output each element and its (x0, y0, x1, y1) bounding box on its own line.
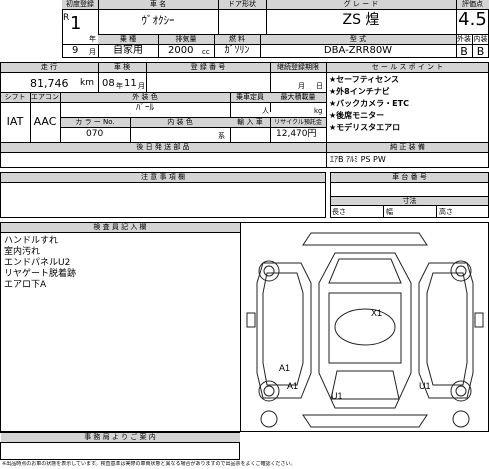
door-label: ドア形状 (228, 0, 256, 8)
usage: 自家用 (113, 45, 143, 56)
model-label: 型 式 (349, 35, 367, 43)
recycle-amount: 12,470円 (276, 129, 317, 139)
sales-point-item: ★セーフティセンス (329, 75, 400, 84)
inspection-label: 車 検 (113, 63, 131, 71)
sales-point-item: ★外8インチナビ (329, 87, 390, 96)
score: 4.5 (458, 9, 487, 30)
insp-month-unit: 月 (138, 82, 145, 90)
ac: AAC (33, 115, 57, 128)
load-label: 最大積載量 (280, 93, 316, 101)
insp-month: 11 (124, 78, 137, 89)
insp-year: 08 (102, 78, 115, 89)
car-damage-diagram: X1 A1 A1 U1 U1 (246, 232, 484, 428)
sales-point-item: ★モデリスタエアロ (329, 123, 401, 132)
car-name: ｳﾞｵｸｼｰ (141, 14, 175, 27)
expiry-month: 月 (298, 82, 305, 90)
int-color-unit: 系 (218, 132, 225, 140)
ext-grade: B (460, 45, 468, 58)
shift: IAT (6, 115, 24, 128)
int-color-label: 内 装 色 (167, 118, 193, 126)
inspector-note: 室内汚れ (4, 247, 41, 257)
damage-mark: U1 (331, 391, 343, 401)
retrofit-label: 後 日 発 送 部 品 (136, 143, 190, 151)
fuel-label: 燃 料 (228, 35, 246, 43)
height-label: 高さ (439, 208, 453, 216)
grade: ZS 煌 (342, 12, 380, 28)
first-reg-label: 初度登録 (66, 0, 94, 8)
equip-label: 純 正 装 備 (390, 143, 425, 151)
inspector-note: リヤゲート脱着跡 (4, 269, 77, 279)
damage-mark: A1 (279, 363, 290, 373)
car-body-outline (318, 252, 412, 409)
ext-color-label: 外 装 色 (132, 93, 158, 101)
sales-point-item: ★バックカメラ・ETC (329, 99, 409, 108)
color-no-label: カ ラ ー No. (75, 118, 115, 126)
footer-note: ※出品時点のお車の状態を表示しています。検査基準は実際の車両状態と異なる場合があ… (2, 461, 296, 467)
capacity-label: 乗車定員 (236, 93, 264, 101)
inspector-note: エアロ下A (4, 280, 47, 290)
model: DBA-ZRR80W (323, 45, 393, 56)
ext-color: ﾊﾟｰﾙ (135, 103, 154, 113)
auction-sheet: 初度登録 車 名 ドア形状 グ レ ー ド 評価点 R 1 年 ｳﾞｵｸｼｰ Z… (0, 0, 489, 469)
import-label: 輸 入 車 (237, 118, 263, 126)
fuel: ｶﾞｿﾘﾝ (224, 45, 250, 56)
displacement-label: 排気量 (175, 35, 197, 43)
expiry-label: 継続登録期限 (277, 63, 319, 71)
damage-mark: A1 (287, 381, 298, 391)
mileage-label: 走 行 (40, 63, 58, 71)
era-year: 1 (70, 13, 82, 34)
ext-label: 外装 (457, 35, 471, 43)
km-unit: km (80, 78, 94, 88)
int-label: 内装 (473, 35, 488, 43)
int-grade: B (476, 45, 485, 58)
length-label: 長さ (332, 208, 346, 216)
recycle-label: リサイクル預託金 (274, 119, 322, 126)
inspector-notes: ハンドルすれ 室内汚れ エンドパネルU2 リヤゲート脱着跡 エアロ下A (4, 236, 234, 291)
color-no: 070 (86, 129, 104, 139)
width-label: 幅 (386, 208, 393, 216)
month-unit: 月 (89, 48, 96, 56)
grade-label: グ レ ー ド (343, 0, 379, 8)
sales-label: セ ー ル ス ポ イ ン ト (371, 63, 444, 71)
inspector-note: ハンドルすれ (4, 236, 59, 246)
year-unit: 年 (89, 35, 96, 43)
damage-mark: U1 (419, 381, 431, 391)
capacity-unit: 人 (262, 107, 269, 115)
displacement: 2000 (168, 45, 194, 56)
mileage: 81,746 (30, 77, 69, 90)
notes-label: 注 意 事 項 欄 (141, 173, 185, 181)
plate-label: 車 台 番 号 (392, 173, 427, 181)
inspector-note: エンドパネルU2 (4, 258, 71, 268)
ac-label: エアコン (31, 93, 59, 101)
car-name-label: 車 名 (149, 0, 167, 8)
load-unit: kg (314, 107, 323, 115)
shift-label: シフト (4, 93, 26, 101)
office-label: 事 務 局 よ り ご 案 内 (84, 433, 156, 441)
era-prefix: R (63, 13, 70, 23)
reg-no-label: 登 録 番 号 (190, 63, 226, 71)
equipment: ｴｱB ｱﾙﾐ PS PW (330, 155, 386, 164)
score-label: 評価点 (462, 0, 483, 8)
usage-label: 乗 種 (119, 35, 137, 43)
expiry-day: 日 (316, 82, 323, 90)
sales-points-list: ★セーフティセンス ★外8インチナビ ★バックカメラ・ETC ★後席モニター ★… (329, 74, 487, 134)
cc-unit: cc (202, 48, 210, 56)
damage-mark: X1 (371, 308, 382, 318)
month: 9 (72, 45, 79, 56)
inspector-label: 検 査 員 記 入 欄 (93, 223, 147, 231)
insp-year-unit: 年 (116, 82, 123, 90)
sales-point-item: ★後席モニター (329, 111, 385, 120)
